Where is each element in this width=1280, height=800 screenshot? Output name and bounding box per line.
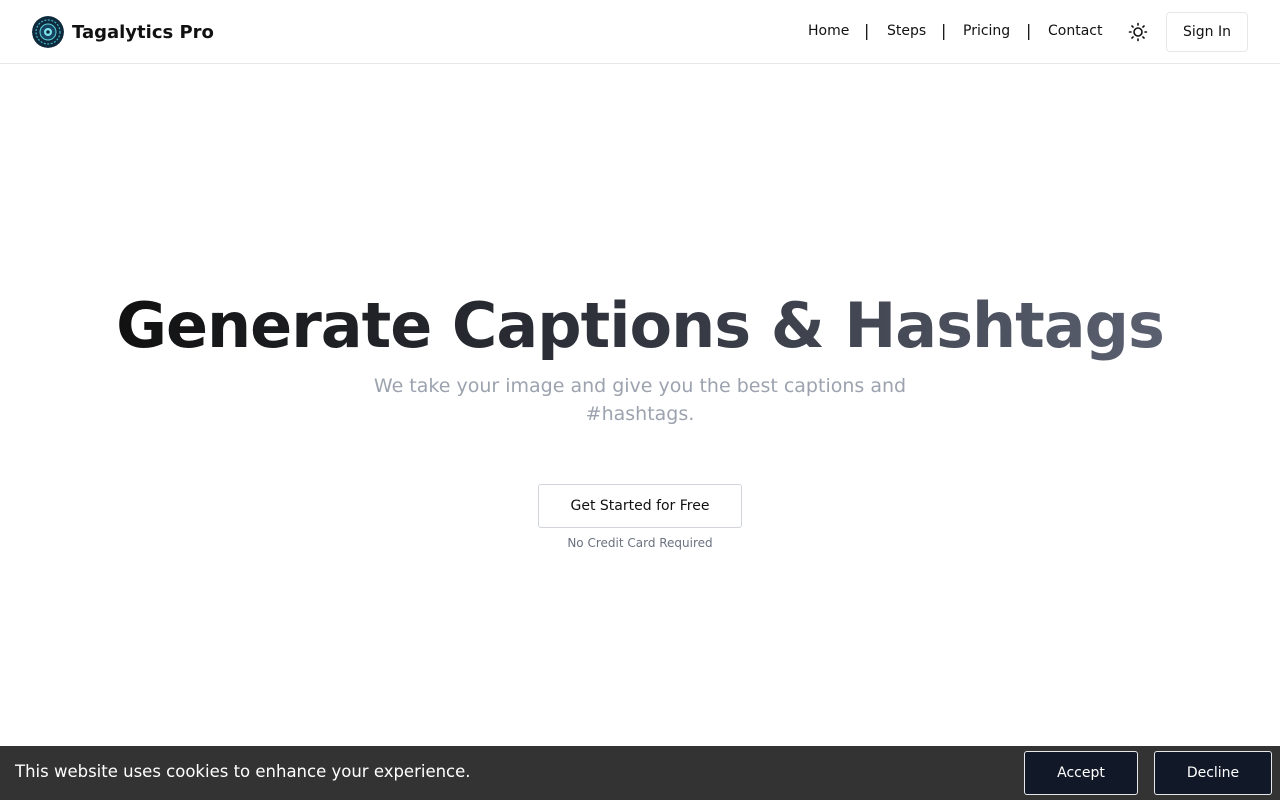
- nav-contact-link[interactable]: Contact: [1048, 23, 1102, 39]
- nav-separator: |: [1026, 21, 1032, 40]
- hero-subtitle: We take your image and give you the best…: [373, 375, 907, 425]
- brand[interactable]: Tagalytics Pro: [32, 16, 214, 48]
- accept-cookies-button[interactable]: Accept: [1024, 751, 1138, 795]
- brand-logo-icon: [32, 16, 64, 48]
- cookie-banner: This website uses cookies to enhance you…: [0, 746, 1280, 800]
- nav-separator: |: [941, 21, 947, 40]
- nav-home-link[interactable]: Home: [808, 23, 849, 39]
- top-navbar: Tagalytics Pro Home | Steps | Pricing | …: [0, 0, 1280, 64]
- sun-icon: [1128, 22, 1148, 42]
- sign-in-button[interactable]: Sign In: [1166, 12, 1248, 52]
- nav-pricing-link[interactable]: Pricing: [963, 23, 1010, 39]
- get-started-button[interactable]: Get Started for Free: [538, 484, 742, 528]
- hero-title-text: Generate Captions & Hashtags: [116, 289, 1165, 362]
- brand-name: Tagalytics Pro: [72, 21, 214, 43]
- decline-cookies-button[interactable]: Decline: [1154, 751, 1272, 795]
- nav-steps-link[interactable]: Steps: [887, 23, 926, 39]
- cta-note: No Credit Card Required: [567, 536, 713, 550]
- theme-toggle-button[interactable]: [1122, 16, 1154, 48]
- cookie-message: This website uses cookies to enhance you…: [15, 762, 471, 781]
- hero-title: Generate Captions & Hashtags: [0, 288, 1280, 364]
- nav-separator: |: [864, 21, 870, 40]
